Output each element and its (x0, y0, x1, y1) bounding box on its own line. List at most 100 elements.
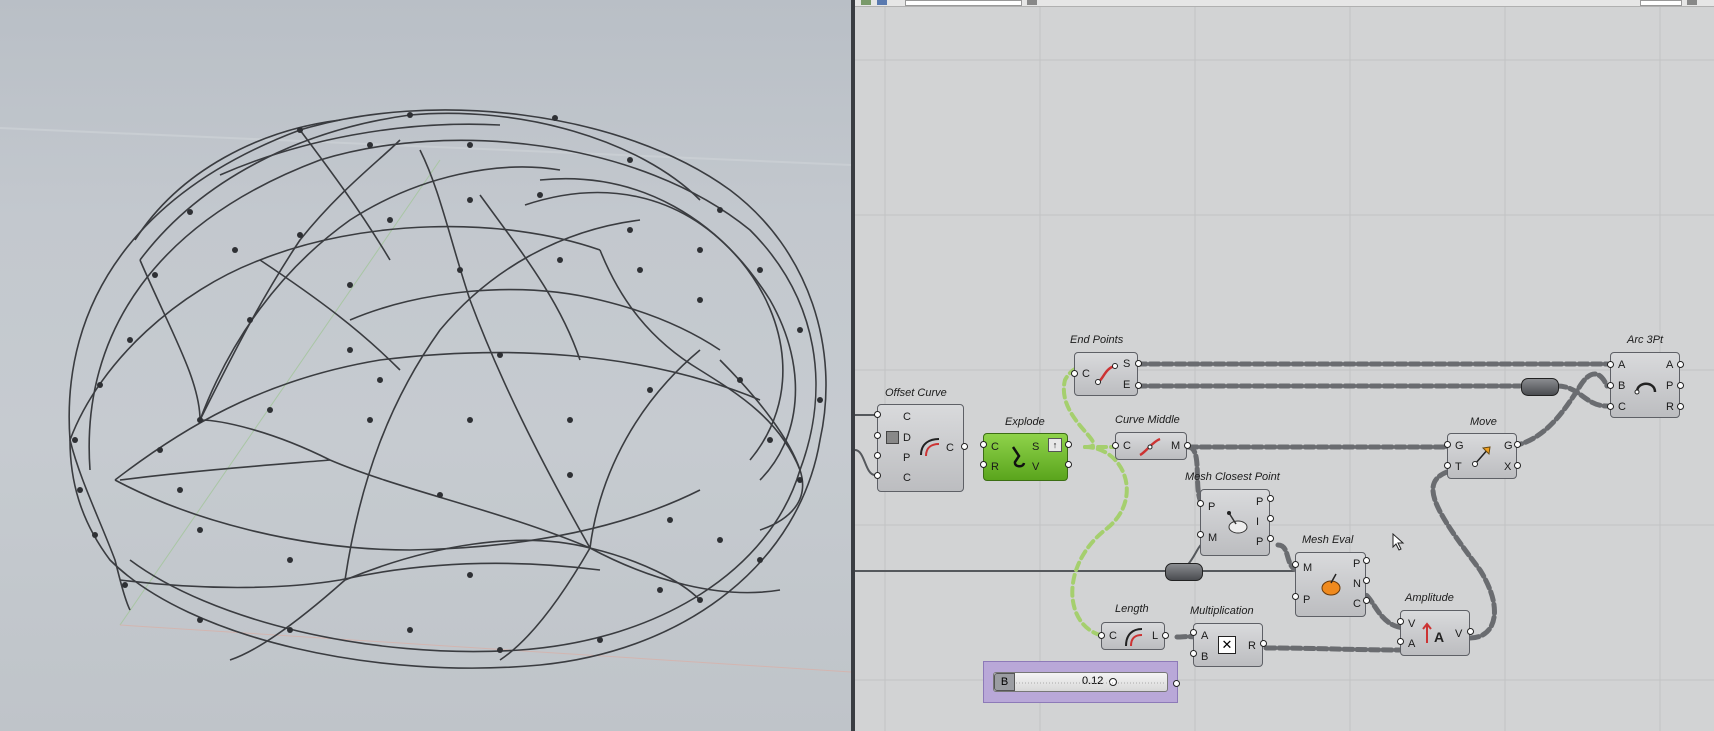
offset-curve-component[interactable]: C D P C C (877, 404, 964, 492)
output-port[interactable] (1267, 515, 1274, 522)
output-port[interactable] (961, 443, 968, 450)
output-port[interactable] (1184, 442, 1191, 449)
port-label: C (991, 441, 999, 453)
move-component[interactable]: G T G X (1447, 433, 1517, 479)
input-port[interactable] (1397, 638, 1404, 645)
mesh-eval-component[interactable]: M P P N C (1295, 552, 1366, 617)
curve-middle-title: Curve Middle (1115, 414, 1180, 426)
mesh-closest-point-title: Mesh Closest Point (1185, 471, 1280, 483)
input-port[interactable] (1607, 361, 1614, 368)
output-port[interactable] (1135, 360, 1142, 367)
input-port[interactable] (874, 452, 881, 459)
port-label: C (946, 442, 954, 454)
input-port[interactable] (1607, 403, 1614, 410)
input-port[interactable] (1190, 650, 1197, 657)
output-port[interactable] (1162, 632, 1169, 639)
output-port[interactable] (1065, 441, 1072, 448)
output-port[interactable] (1135, 382, 1142, 389)
port-label: L (1152, 630, 1159, 642)
port-label: R (991, 461, 999, 473)
svg-text:A: A (1434, 629, 1444, 645)
output-port[interactable] (1363, 597, 1370, 604)
input-port[interactable] (1292, 593, 1299, 600)
output-port[interactable] (1677, 403, 1684, 410)
arc-3pt-title: Arc 3Pt (1627, 334, 1664, 346)
port-label: M (1208, 532, 1218, 544)
output-port[interactable] (1514, 462, 1521, 469)
relay-node[interactable] (1165, 563, 1203, 581)
input-port[interactable] (1444, 441, 1451, 448)
input-port[interactable] (1397, 618, 1404, 625)
port-label: V (1032, 461, 1040, 473)
input-port[interactable] (980, 441, 987, 448)
input-port[interactable] (1197, 500, 1204, 507)
output-port[interactable] (1260, 640, 1267, 647)
length-icon (1125, 628, 1143, 647)
mesh-eval-title: Mesh Eval (1302, 534, 1354, 546)
input-port[interactable] (874, 472, 881, 479)
output-port[interactable] (1363, 577, 1370, 584)
port-label: M (1171, 440, 1181, 452)
port-label: A (1408, 638, 1416, 650)
mesh-closest-point-icon (1227, 511, 1248, 534)
length-component[interactable]: C L (1101, 622, 1165, 650)
port-label: P (1666, 380, 1674, 392)
explode-component[interactable]: C R S V ↑ (983, 433, 1068, 481)
end-points-component[interactable]: C S E (1074, 352, 1138, 396)
port-label: P (903, 452, 911, 464)
port-label: P (1208, 501, 1216, 513)
rhino-viewport[interactable] (0, 0, 851, 731)
input-port[interactable] (1071, 370, 1078, 377)
input-port[interactable] (1292, 561, 1299, 568)
output-port[interactable] (1677, 382, 1684, 389)
port-label: I (1256, 516, 1260, 528)
output-port[interactable] (1514, 441, 1521, 448)
output-port[interactable] (1467, 628, 1474, 635)
asterisk-flag-icon (886, 431, 899, 444)
explode-icon (1011, 446, 1026, 468)
multiplication-component[interactable]: A B R ✕ (1193, 623, 1263, 667)
viewport-geometry (0, 109, 851, 673)
port-label: B (1618, 380, 1626, 392)
curve-middle-component[interactable]: C M (1115, 432, 1187, 460)
length-title: Length (1115, 603, 1149, 615)
output-port[interactable] (1065, 461, 1072, 468)
input-port[interactable] (1607, 382, 1614, 389)
port-label: X (1504, 461, 1512, 473)
input-port[interactable] (1444, 462, 1451, 469)
amplitude-title: Amplitude (1405, 592, 1454, 604)
move-icon (1472, 446, 1491, 467)
number-slider[interactable]: B 0.12 (993, 672, 1168, 692)
input-port[interactable] (1098, 632, 1105, 639)
grasshopper-canvas[interactable]: Offset Curve C D P C C Explode C R S V ↑… (855, 0, 1714, 731)
port-label: D (903, 432, 911, 444)
input-port[interactable] (1112, 442, 1119, 449)
input-port[interactable] (980, 461, 987, 468)
output-port[interactable] (1363, 557, 1370, 564)
port-label: P (1303, 594, 1311, 606)
output-port[interactable] (1267, 535, 1274, 542)
port-label: G (1455, 440, 1464, 452)
amplitude-icon: A (1422, 622, 1444, 645)
output-port[interactable] (1267, 495, 1274, 502)
input-port[interactable] (874, 432, 881, 439)
offset-curve-icon (920, 438, 940, 457)
offset-curve-title: Offset Curve (885, 387, 947, 399)
port-label: P (1353, 558, 1361, 570)
port-label: C (1618, 401, 1626, 413)
amplitude-component[interactable]: V A V A (1400, 610, 1470, 656)
port-label: N (1353, 578, 1361, 590)
port-label: R (1248, 640, 1256, 652)
slider-group[interactable]: B 0.12 (983, 661, 1178, 703)
input-port[interactable] (874, 411, 881, 418)
relay-node[interactable] (1521, 378, 1559, 396)
input-port[interactable] (1197, 531, 1204, 538)
mesh-closest-point-component[interactable]: P M P I P (1200, 489, 1270, 556)
slider-label: B (994, 673, 1015, 691)
output-port[interactable] (1173, 680, 1180, 687)
arc-3pt-component[interactable]: A B C A P R (1610, 352, 1680, 418)
explode-title: Explode (1005, 416, 1045, 428)
move-title: Move (1470, 416, 1497, 428)
input-port[interactable] (1190, 629, 1197, 636)
output-port[interactable] (1677, 361, 1684, 368)
